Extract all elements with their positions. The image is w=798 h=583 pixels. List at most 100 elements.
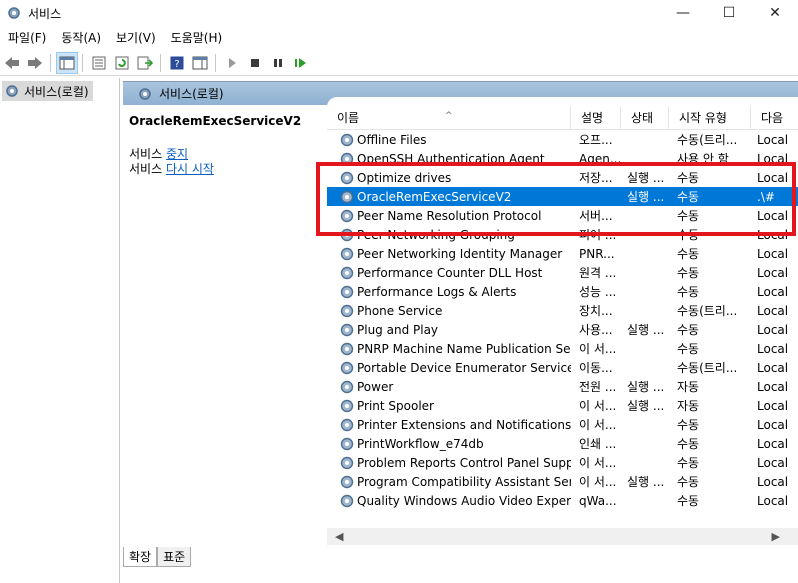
- service-logon: Local: [757, 132, 789, 147]
- gear-icon: [340, 380, 354, 394]
- stop-service-link[interactable]: 중지: [166, 147, 188, 161]
- scroll-left-icon[interactable]: ◀: [335, 530, 343, 543]
- service-description: 피어 ...: [579, 228, 617, 242]
- table-row[interactable]: Peer Networking Grouping 피어 ... 수동 Local: [327, 225, 798, 244]
- menu-file[interactable]: 파일(F): [0, 28, 53, 48]
- show-console-tree-button[interactable]: [56, 51, 78, 74]
- gear-icon: [340, 418, 354, 432]
- menu-help[interactable]: 도움말(H): [163, 28, 230, 48]
- table-row[interactable]: Optimize drives 저장... 실행 ... 수동 Local: [327, 168, 798, 187]
- properties-button[interactable]: [88, 52, 110, 74]
- gear-icon: [340, 266, 354, 280]
- close-button[interactable]: ✕: [752, 0, 798, 26]
- service-status: 실행 ...: [627, 190, 665, 204]
- stop-icon: [251, 58, 259, 67]
- menu-view[interactable]: 보기(V): [108, 28, 163, 48]
- table-row[interactable]: Quality Windows Audio Video Experie... qW…: [327, 491, 798, 510]
- column-startup-type[interactable]: 시작 유형: [669, 106, 751, 130]
- table-row[interactable]: Program Compatibility Assistant Servi...…: [327, 472, 798, 491]
- table-row[interactable]: Portable Device Enumerator Service 이동... 수…: [327, 358, 798, 377]
- gear-icon: [340, 437, 354, 451]
- forward-button[interactable]: [24, 52, 46, 74]
- horizontal-scrollbar[interactable]: ◀ ▶: [327, 528, 798, 545]
- service-logon: Local: [757, 151, 789, 166]
- toolbar-separator: [50, 53, 51, 72]
- table-row[interactable]: Offline Files 오프... 수동(트리... Local: [327, 130, 798, 149]
- start-service-button[interactable]: [221, 52, 243, 74]
- table-row[interactable]: Performance Counter DLL Host 원격 ... 수동 Loca…: [327, 263, 798, 282]
- service-name: Printer Extensions and Notifications: [357, 417, 571, 432]
- help-button[interactable]: ?: [166, 52, 188, 74]
- service-name: Power: [357, 379, 394, 394]
- column-description[interactable]: 설명: [571, 106, 621, 130]
- service-startup-type: 수동: [677, 418, 700, 432]
- gear-icon: [340, 475, 354, 489]
- restart-service-button[interactable]: [290, 52, 312, 74]
- service-status: 실행 ...: [627, 380, 665, 394]
- gear-icon: [340, 133, 354, 147]
- action-pane-button[interactable]: [189, 52, 211, 74]
- tab-standard[interactable]: 표준: [157, 547, 192, 567]
- table-row[interactable]: OracleRemExecServiceV2 실행 ... 수동 .\#: [327, 187, 798, 206]
- maximize-icon: ☐: [722, 5, 736, 21]
- column-name[interactable]: ^ 이름: [327, 106, 571, 130]
- tab-extended[interactable]: 확장: [123, 547, 158, 567]
- table-row[interactable]: Peer Name Resolution Protocol 서버... 수동 Loca…: [327, 206, 798, 225]
- back-button[interactable]: [1, 52, 23, 74]
- service-logon: Local: [757, 360, 789, 375]
- minimize-icon: —: [676, 5, 690, 21]
- refresh-button[interactable]: [111, 52, 133, 74]
- service-description: 이동...: [579, 361, 613, 375]
- table-row[interactable]: OpenSSH Authentication Agent Agen... 사용 안 …: [327, 149, 798, 168]
- export-list-button[interactable]: [134, 52, 156, 74]
- service-name: Portable Device Enumerator Service: [357, 360, 571, 375]
- column-logon[interactable]: 다음: [751, 106, 798, 130]
- service-name: Phone Service: [357, 303, 443, 318]
- service-description: 전원 ...: [579, 380, 617, 394]
- gear-icon: [340, 323, 354, 337]
- gear-icon: [340, 247, 354, 261]
- table-row[interactable]: PNRP Machine Name Publication Ser... 이 서.…: [327, 339, 798, 358]
- service-description: 사용...: [579, 323, 613, 337]
- service-description: 이 서...: [579, 475, 617, 489]
- restart-service-link[interactable]: 다시 시작: [166, 162, 214, 176]
- table-row[interactable]: Peer Networking Identity Manager PNR... 수동…: [327, 244, 798, 263]
- maximize-button[interactable]: ☐: [706, 0, 752, 26]
- table-row[interactable]: PrintWorkflow_e74db 인쇄 ... 수동 Local: [327, 434, 798, 453]
- column-status[interactable]: 상태: [621, 106, 669, 130]
- title-bar: 서비스 — ☐ ✕: [0, 0, 798, 26]
- table-row[interactable]: Printer Extensions and Notifications 이 서.…: [327, 415, 798, 434]
- service-name: Plug and Play: [357, 322, 439, 337]
- service-logon: Local: [757, 341, 789, 356]
- service-name: Quality Windows Audio Video Experie...: [357, 493, 571, 508]
- service-description: Agen...: [579, 151, 621, 166]
- tree-item-services-local[interactable]: 서비스(로컬): [2, 81, 93, 101]
- service-logon: Local: [757, 208, 789, 223]
- scroll-right-icon[interactable]: ▶: [772, 530, 780, 543]
- service-logon: Local: [757, 265, 789, 280]
- toolbar: ?: [0, 50, 798, 76]
- table-row[interactable]: Plug and Play 사용... 실행 ... 수동 Local: [327, 320, 798, 339]
- service-logon: Local: [757, 455, 789, 470]
- table-row[interactable]: Performance Logs & Alerts 성능 ... 수동 Local: [327, 282, 798, 301]
- service-logon: Local: [757, 170, 789, 185]
- table-row[interactable]: Problem Reports Control Panel Support 이 서…: [327, 453, 798, 472]
- gear-icon: [340, 304, 354, 318]
- pause-service-button[interactable]: [267, 52, 289, 74]
- service-name: OpenSSH Authentication Agent: [357, 151, 545, 166]
- table-row[interactable]: Print Spooler 이 서... 실행 ... 자동 Local: [327, 396, 798, 415]
- service-startup-type: 수동: [677, 323, 700, 337]
- gear-icon: [340, 171, 354, 185]
- service-status: 실행 ...: [627, 323, 665, 337]
- gear-icon: [8, 7, 20, 19]
- stop-service-button[interactable]: [244, 52, 266, 74]
- service-startup-type: 수동: [677, 342, 700, 356]
- table-row[interactable]: Phone Service 장치... 수동(트리... Local: [327, 301, 798, 320]
- service-logon: .\#: [757, 189, 775, 204]
- minimize-button[interactable]: —: [660, 0, 706, 26]
- table-row[interactable]: Power 전원 ... 실행 ... 자동 Local: [327, 377, 798, 396]
- menu-action[interactable]: 동작(A): [53, 28, 108, 48]
- service-logon: Local: [757, 379, 789, 394]
- service-description: 이 서...: [579, 399, 617, 413]
- service-startup-type: 수동: [677, 171, 700, 185]
